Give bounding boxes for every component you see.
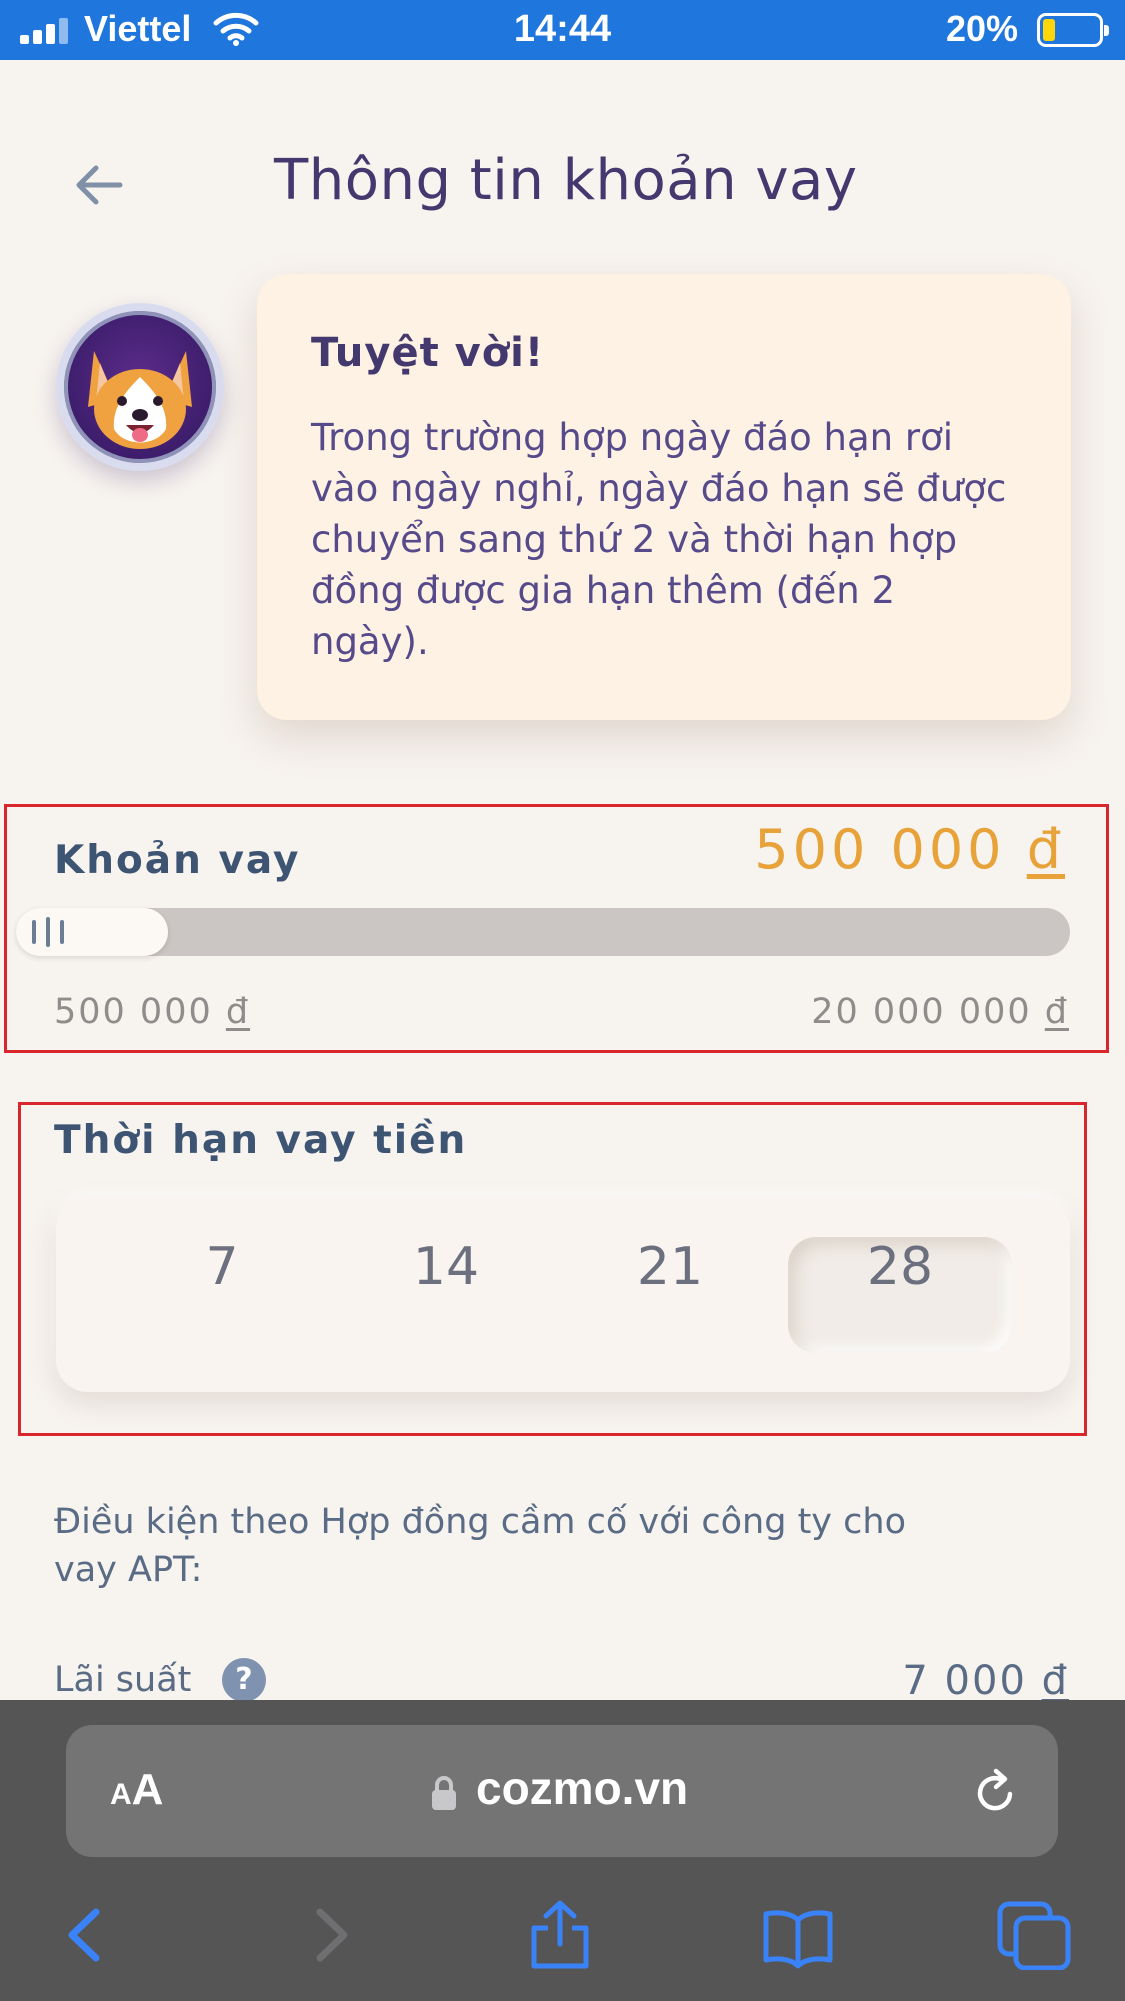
tabs-icon[interactable] <box>996 1900 1072 1970</box>
loan-min-currency: đ <box>225 992 251 1032</box>
term-label: Thời hạn vay tiền <box>54 1118 468 1163</box>
loan-min: 500 000 đ <box>54 992 250 1032</box>
reload-icon[interactable] <box>970 1767 1020 1817</box>
interest-rate-currency: đ <box>1041 1658 1069 1704</box>
term-selector: 7 14 21 28 <box>56 1198 1070 1392</box>
term-option-28[interactable]: 28 <box>788 1237 1012 1353</box>
loan-max-amount: 20 000 000 <box>811 992 1032 1032</box>
conditions-text: Điều kiện theo Hợp đồng cầm cố với công … <box>54 1502 906 1590</box>
text-size-big: A <box>131 1765 164 1814</box>
loan-label: Khoản vay <box>54 838 301 883</box>
corgi-mascot-icon <box>88 351 192 449</box>
term-option-7[interactable]: 7 <box>110 1237 334 1353</box>
text-size-button[interactable]: AA <box>110 1765 163 1815</box>
interest-rate-value: 7 000 đ <box>902 1658 1069 1704</box>
loan-min-amount: 500 000 <box>54 992 213 1032</box>
message-text: Trong trường hợp ngày đáo hạn rơi vào ng… <box>311 416 1007 663</box>
term-option-14[interactable]: 14 <box>334 1237 558 1353</box>
loan-value: 500 000 đ <box>754 818 1065 881</box>
term-option-21[interactable]: 21 <box>558 1237 782 1353</box>
grip-icon <box>60 920 64 944</box>
loan-max-currency: đ <box>1044 992 1069 1032</box>
page-title: Thông tin khoản vay <box>274 148 858 213</box>
status-bar: Viettel 14:44 20% <box>0 0 1125 60</box>
help-icon[interactable]: ? <box>222 1658 266 1702</box>
message-bubble: Tuyệt vời! Trong trường hợp ngày đáo hạn… <box>257 274 1071 720</box>
avatar <box>56 303 224 471</box>
address-bar[interactable]: AA cozmo.vn <box>66 1725 1058 1857</box>
loan-slider-thumb[interactable] <box>16 908 168 956</box>
interest-rate-label: Lãi suất <box>54 1660 192 1700</box>
loan-slider[interactable] <box>16 908 1070 956</box>
battery-icon <box>1037 13 1109 47</box>
message-title: Tuyệt vời! <box>311 330 545 376</box>
battery-percent: 20% <box>946 8 1019 49</box>
back-arrow-icon[interactable] <box>70 155 130 215</box>
loan-max: 20 000 000 đ <box>811 992 1069 1032</box>
text-size-small: A <box>110 1778 132 1811</box>
url-text[interactable]: cozmo.vn <box>476 1761 688 1815</box>
forward-icon[interactable] <box>292 1900 368 1970</box>
loan-value-amount: 500 000 <box>754 818 1006 881</box>
browser-toolbar: AA cozmo.vn <box>0 1700 1125 2001</box>
interest-rate-amount: 7 000 <box>902 1658 1027 1704</box>
back-icon[interactable] <box>48 1900 124 1970</box>
share-icon[interactable] <box>522 1900 598 1970</box>
grip-icon <box>46 917 50 947</box>
loan-value-currency: đ <box>1026 818 1065 881</box>
battery-fill <box>1043 19 1055 41</box>
lock-icon <box>432 1776 456 1810</box>
grip-icon <box>32 920 36 944</box>
bookmarks-icon[interactable] <box>760 1900 836 1970</box>
